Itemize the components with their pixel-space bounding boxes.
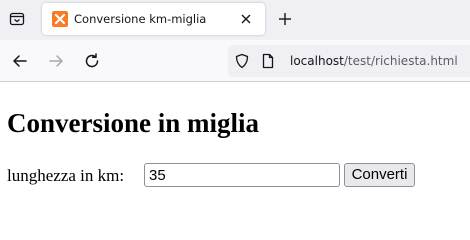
conversion-form: lunghezza in km: Converti [7,163,467,189]
xampp-favicon-icon [52,11,68,27]
page-title: Conversione in miglia [7,108,260,138]
page-icon[interactable] [260,53,276,69]
plus-icon[interactable] [274,8,296,30]
forward-arrow-icon[interactable] [45,50,67,72]
km-input[interactable] [144,163,340,187]
convert-button[interactable]: Converti [344,163,415,187]
tab-title: Conversione km-miglia [74,12,207,26]
tab-strip: Conversione km-miglia [0,0,470,40]
address-bar[interactable]: localhost/test/richiesta.html [228,45,470,77]
tab-conversione[interactable]: Conversione km-miglia [42,3,265,35]
url-path: /test/richiesta.html [343,54,458,68]
navigation-toolbar: localhost/test/richiesta.html [0,40,470,82]
url-host: localhost [290,54,344,68]
km-field-label: lunghezza in km: [7,166,125,185]
tab-list-icon[interactable] [5,7,29,31]
shield-icon[interactable] [234,53,250,69]
back-arrow-icon[interactable] [9,50,31,72]
reload-icon[interactable] [81,50,103,72]
page-content: Conversione in miglia lunghezza in km: C… [0,82,470,203]
close-icon[interactable] [238,11,254,27]
url-text: localhost/test/richiesta.html [290,53,458,69]
